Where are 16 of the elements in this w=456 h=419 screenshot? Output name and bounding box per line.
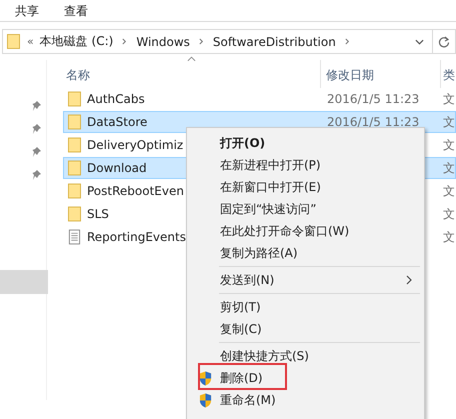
file-name: SLS — [87, 207, 109, 221]
file-name: DataStore — [87, 115, 148, 129]
file-type: 文 — [443, 92, 455, 106]
file-type: 文 — [443, 114, 455, 128]
file-name: PostRebootEven — [87, 184, 184, 198]
file-type: 文 — [443, 230, 455, 244]
file-name: Download — [87, 161, 147, 175]
file-name: DeliveryOptimiz — [87, 138, 184, 152]
modified-date: 2016/1/5 11:23 — [327, 92, 420, 106]
file-type: 文 — [443, 206, 455, 220]
file-name: ReportingEvents — [87, 230, 186, 244]
file-name: AuthCabs — [87, 92, 145, 106]
file-type: 文 — [443, 138, 455, 152]
file-type: 文 — [443, 184, 455, 198]
modified-date: 2016/1/5 11:23 — [327, 115, 420, 129]
file-type: 文 — [443, 160, 455, 174]
